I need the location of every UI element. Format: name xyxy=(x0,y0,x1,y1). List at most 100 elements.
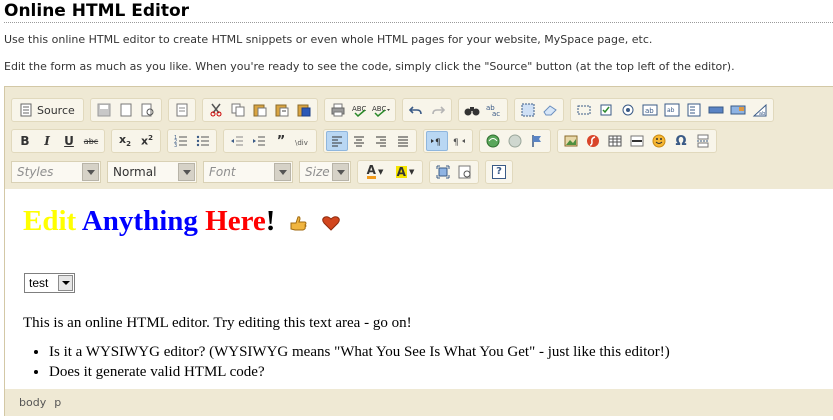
headline-word-edit: Edit xyxy=(23,205,77,237)
strikethrough-button[interactable]: abc xyxy=(80,131,102,151)
blockquote-button[interactable]: ” xyxy=(270,131,292,151)
button-field-button[interactable] xyxy=(705,100,727,120)
select-all-button[interactable] xyxy=(517,100,539,120)
test-select-value: test xyxy=(29,276,49,290)
title-divider xyxy=(4,22,833,23)
outdent-button[interactable] xyxy=(226,131,248,151)
image-button[interactable] xyxy=(560,131,582,151)
styles-dropdown[interactable]: Styles xyxy=(11,161,101,183)
align-center-icon xyxy=(354,136,364,147)
flash-button[interactable] xyxy=(582,131,604,151)
svg-text:\div: \div xyxy=(295,139,308,147)
bold-button[interactable]: B xyxy=(14,131,36,151)
numbered-list-button[interactable]: 123 xyxy=(170,131,192,151)
subscript-button[interactable]: x2 xyxy=(114,131,136,151)
unlink-button[interactable] xyxy=(504,131,526,151)
copy-button[interactable] xyxy=(227,100,249,120)
test-select[interactable]: test xyxy=(24,273,75,293)
intro-text-1: Use this online HTML editor to create HT… xyxy=(4,33,653,46)
special-char-button[interactable]: Ω xyxy=(670,131,692,151)
clipboard-group xyxy=(201,98,318,122)
preview-button[interactable] xyxy=(137,100,159,120)
select-field-button[interactable] xyxy=(683,100,705,120)
table-button[interactable] xyxy=(604,131,626,151)
save-button[interactable] xyxy=(93,100,115,120)
cut-button[interactable] xyxy=(205,100,227,120)
svg-text:ABC: ABC xyxy=(372,105,386,113)
paste-button[interactable] xyxy=(249,100,271,120)
maximize-button[interactable] xyxy=(432,162,454,182)
new-page-button[interactable] xyxy=(115,100,137,120)
anchor-button[interactable] xyxy=(526,131,548,151)
path-item-body[interactable]: body xyxy=(19,396,46,409)
underline-button[interactable]: U xyxy=(58,131,80,151)
textarea-button[interactable]: ab xyxy=(661,100,683,120)
italic-button[interactable]: I xyxy=(36,131,58,151)
remove-format-button[interactable] xyxy=(539,100,561,120)
thumbs-up-icon xyxy=(290,216,307,231)
find-button[interactable] xyxy=(461,100,483,120)
source-button[interactable]: Source xyxy=(14,100,81,120)
font-dropdown[interactable]: Font xyxy=(203,161,293,183)
headline-exclamation: ! xyxy=(265,205,276,237)
print-spell-group: ABC ABC xyxy=(323,98,396,122)
spellcheck-button[interactable]: ABC xyxy=(349,100,371,120)
justify-button[interactable] xyxy=(392,131,414,151)
editor-toolbar: Source ABC ABC ab ac ab ab ab B I U abc … xyxy=(5,87,833,189)
form-button[interactable] xyxy=(573,100,595,120)
rtl-button[interactable]: ¶ xyxy=(448,131,470,151)
align-group xyxy=(323,129,417,153)
page-break-button[interactable] xyxy=(692,131,714,151)
form-icon xyxy=(577,105,591,115)
path-item-p[interactable]: p xyxy=(54,396,61,409)
ltr-button[interactable]: ¶ xyxy=(426,131,448,151)
chevron-down-icon xyxy=(178,163,195,181)
smiley-icon xyxy=(652,134,666,148)
align-right-button[interactable] xyxy=(370,131,392,151)
editor-content-area[interactable]: Edit Anything Here! test This is an onli… xyxy=(5,189,833,389)
print-button[interactable] xyxy=(327,100,349,120)
text-field-button[interactable]: ab xyxy=(639,100,661,120)
background-color-button[interactable]: A ▼ xyxy=(390,162,420,182)
radio-button[interactable] xyxy=(617,100,639,120)
paste-text-button[interactable] xyxy=(271,100,293,120)
redo-button[interactable] xyxy=(427,100,449,120)
hidden-field-button[interactable]: ab xyxy=(749,100,771,120)
paste-word-button[interactable] xyxy=(293,100,315,120)
spellcheck-icon: ABC xyxy=(352,105,366,117)
element-path-bar: body p xyxy=(5,389,833,416)
link-button[interactable] xyxy=(482,131,504,151)
horizontal-rule-icon xyxy=(630,135,644,147)
show-blocks-button[interactable] xyxy=(454,162,476,182)
undo-button[interactable] xyxy=(405,100,427,120)
superscript-button[interactable]: x2 xyxy=(136,131,158,151)
spell-as-you-type-button[interactable]: ABC xyxy=(371,100,393,120)
undo-icon xyxy=(408,106,422,115)
link-group xyxy=(479,129,551,153)
bulleted-list-button[interactable] xyxy=(192,131,214,151)
align-left-button[interactable] xyxy=(326,131,348,151)
svg-text:¶: ¶ xyxy=(453,138,459,147)
indent-button[interactable] xyxy=(248,131,270,151)
source-group: Source xyxy=(11,98,84,122)
paste-icon xyxy=(253,104,267,117)
list-item: Is it a WYSIWYG editor? (WYSIWYG means "… xyxy=(49,342,670,362)
text-field-icon: ab xyxy=(642,104,658,116)
direction-group: ¶ ¶ xyxy=(423,129,473,153)
smiley-button[interactable] xyxy=(648,131,670,151)
print-icon xyxy=(331,103,345,117)
create-div-button[interactable]: \div xyxy=(292,131,314,151)
help-button[interactable]: ? xyxy=(488,162,510,182)
templates-button[interactable] xyxy=(171,100,193,120)
size-dropdown[interactable]: Size xyxy=(299,161,351,183)
checkbox-button[interactable] xyxy=(595,100,617,120)
horizontal-rule-button[interactable] xyxy=(626,131,648,151)
image-button-button[interactable] xyxy=(727,100,749,120)
align-center-button[interactable] xyxy=(348,131,370,151)
replace-button[interactable]: ab ac xyxy=(483,100,505,120)
document-group xyxy=(89,98,162,122)
format-dropdown[interactable]: Normal xyxy=(107,161,197,183)
styles-placeholder: Styles xyxy=(17,165,54,179)
subscript-icon: x2 xyxy=(119,133,131,149)
text-color-button[interactable]: A ▼ xyxy=(360,162,390,182)
